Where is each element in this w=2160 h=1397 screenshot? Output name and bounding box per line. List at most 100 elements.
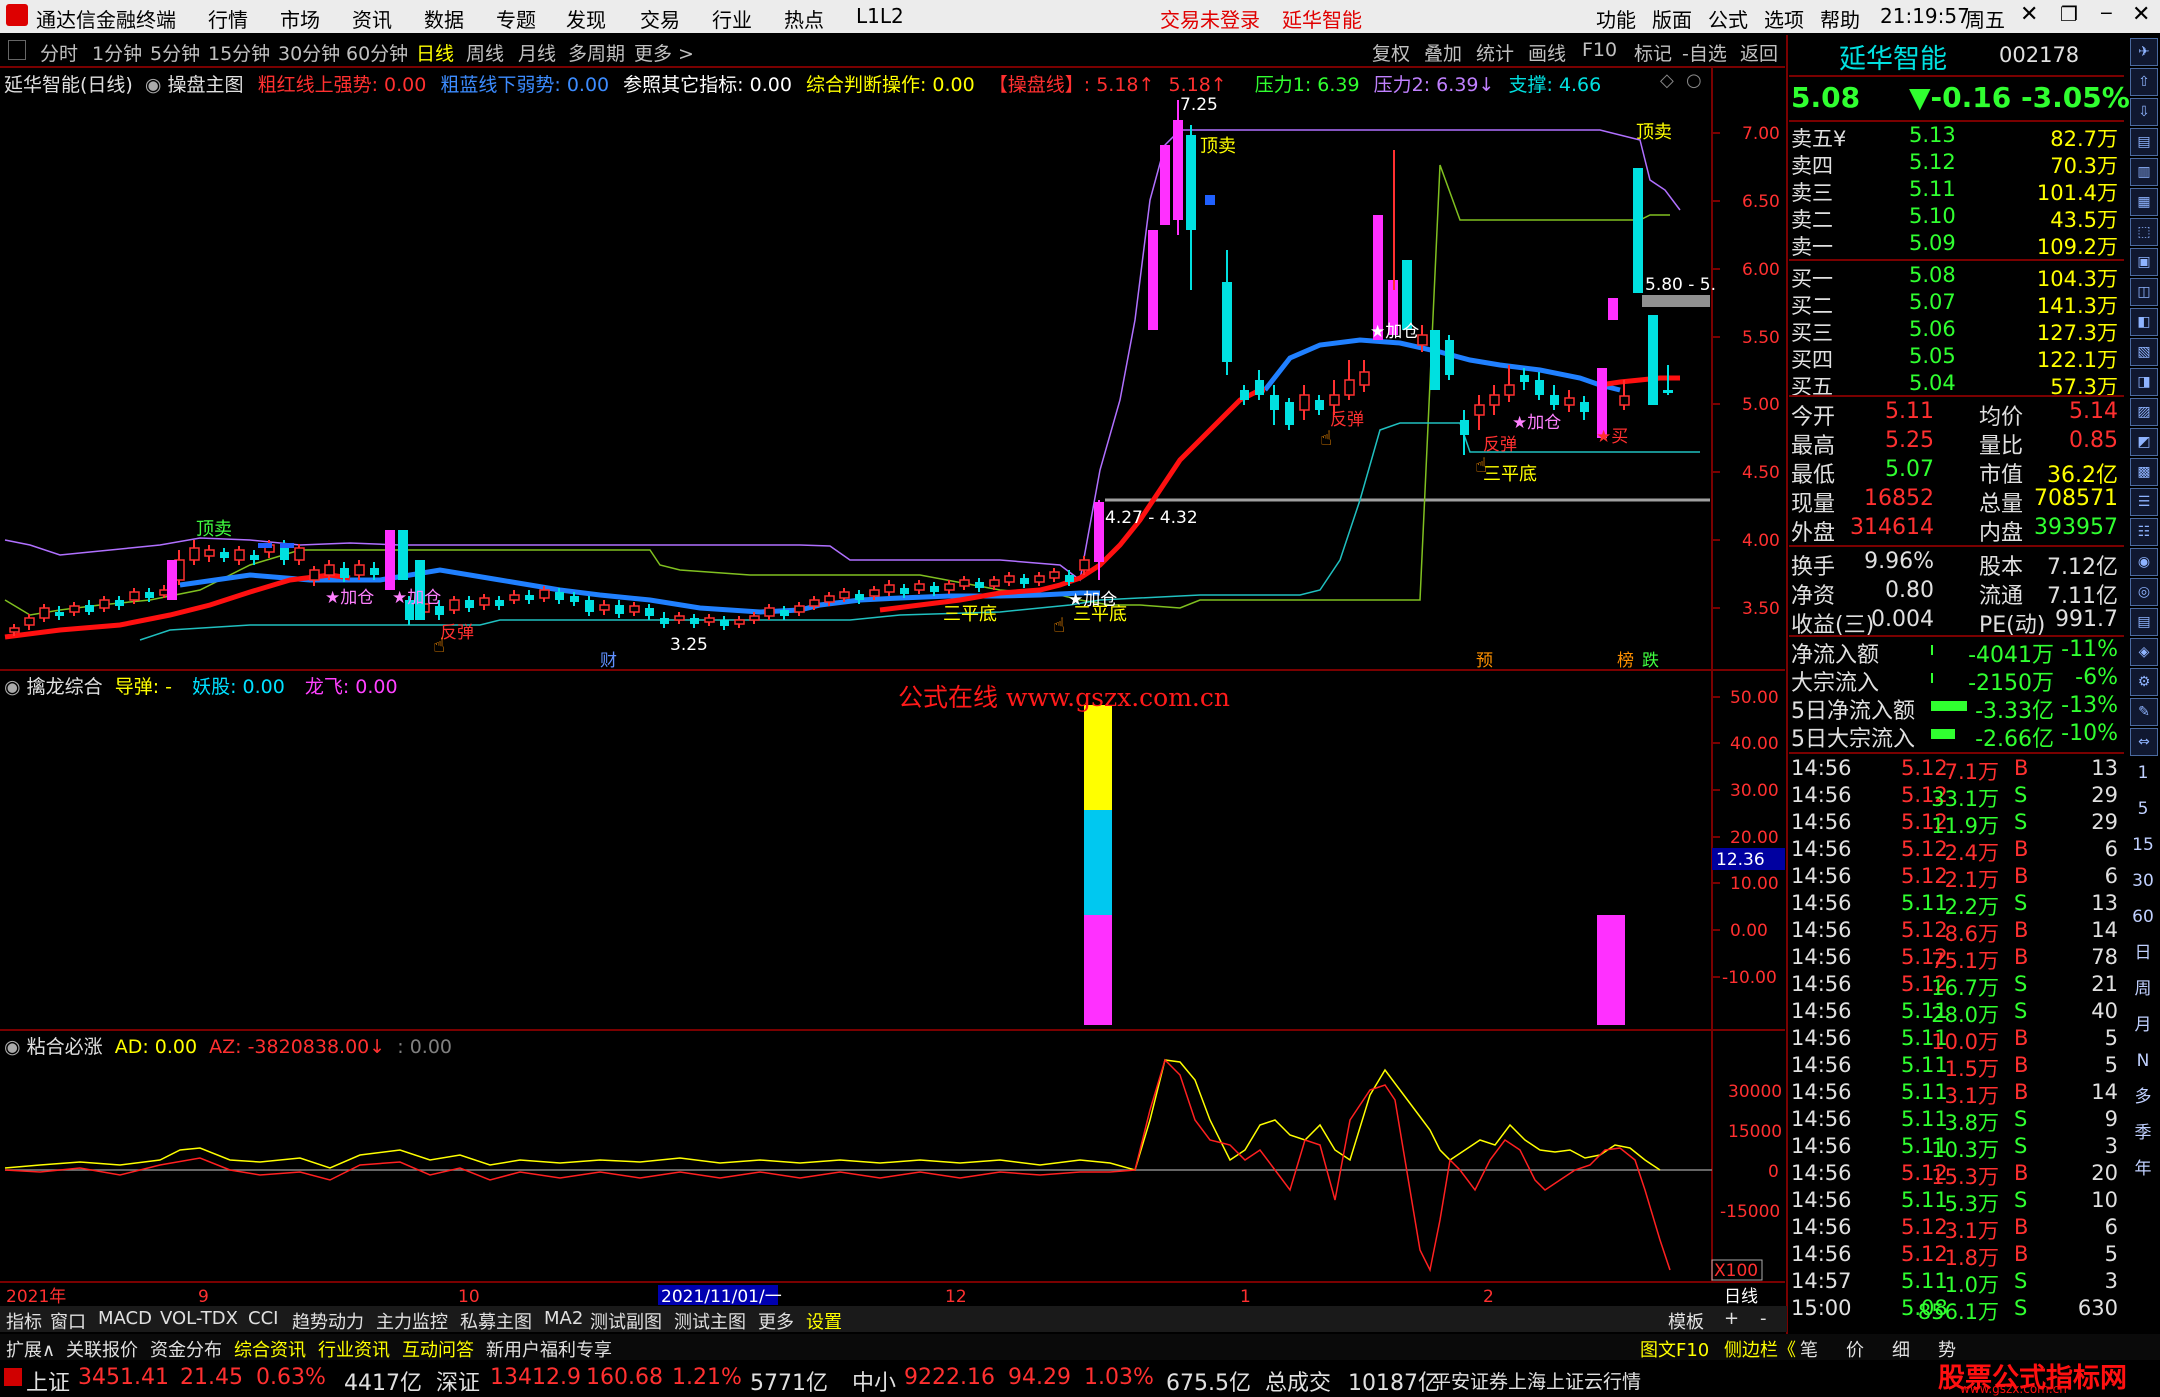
deal-volume: 7.1万 [1944, 760, 1999, 784]
tab-test-sub[interactable]: 测试副图 [590, 1308, 662, 1334]
tab-test-main[interactable]: 测试主图 [674, 1308, 746, 1334]
period-shortcut[interactable]: 15 [2130, 832, 2156, 858]
period-shortcut[interactable]: 周 [2130, 976, 2156, 1002]
side-tool-icon[interactable]: ◈ [2130, 638, 2158, 666]
side-tool-icon[interactable]: ◨ [2130, 368, 2158, 396]
index-sz-name[interactable]: 深证 [436, 1365, 480, 1397]
detail-tab-detail[interactable]: 细 [1892, 1336, 1910, 1362]
stat-value: 393957 [2034, 515, 2118, 540]
side-tool-icon[interactable]: ▥ [2130, 158, 2158, 186]
deal-side: B [2014, 1242, 2029, 1266]
ask-price: 5.11 [1909, 177, 1956, 201]
side-tool-icon[interactable]: ▨ [2130, 398, 2158, 426]
indicator-toggle-icon[interactable]: ◉ [4, 1036, 21, 1058]
sub1-current-value: 12.36 [1716, 850, 1765, 870]
detail-tab-bi[interactable]: 笔 [1800, 1336, 1818, 1362]
x-tick-9: 9 [198, 1287, 209, 1307]
template-button[interactable]: 模板 [1668, 1308, 1704, 1334]
period-shortcut[interactable]: 多 [2130, 1084, 2156, 1110]
side-tool-icon[interactable]: ▦ [2130, 188, 2158, 216]
side-tool-icon[interactable]: ✎ [2130, 698, 2158, 726]
tab-cci[interactable]: CCI [248, 1308, 278, 1329]
tab-more[interactable]: 更多 [758, 1308, 794, 1334]
period-shortcut[interactable]: 日 [2130, 940, 2156, 966]
tab-news[interactable]: 综合资讯 [234, 1336, 306, 1362]
tab-industry-news[interactable]: 行业资讯 [318, 1336, 390, 1362]
tab-vol[interactable]: VOL-TDX [160, 1308, 238, 1329]
tab-related[interactable]: 关联报价 [66, 1336, 138, 1362]
sub2-scale: X100 [1714, 1261, 1758, 1281]
index-sh-name[interactable]: 上证 [26, 1365, 70, 1397]
deal-side: S [2014, 891, 2028, 915]
tab-private[interactable]: 私募主图 [460, 1308, 532, 1334]
tab-trend[interactable]: 趋势动力 [292, 1308, 364, 1334]
side-tool-icon[interactable]: ⇩ [2130, 98, 2158, 126]
period-shortcut[interactable]: 季 [2130, 1120, 2156, 1146]
side-tool-icon[interactable]: ☰ [2130, 488, 2158, 516]
deal-volume: 28.0万 [1931, 1003, 1999, 1027]
flow-bar [1931, 701, 1967, 711]
side-tool-icon[interactable]: ▤ [2130, 608, 2158, 636]
signal-add-4: ★加仓 [1370, 322, 1419, 342]
candle-body [914, 583, 925, 591]
side-tool-icon[interactable]: ✈ [2130, 38, 2158, 66]
deal-volume: 5.3万 [1944, 1192, 1999, 1216]
period-shortcut[interactable]: 5 [2130, 796, 2156, 822]
stat-value: 5.25 [1885, 428, 1934, 453]
tab-newuser[interactable]: 新用户福利专享 [486, 1336, 612, 1362]
sub1-title[interactable]: 擒龙综合 [27, 676, 103, 698]
side-tool-icon[interactable]: ⬚ [2130, 218, 2158, 246]
period-shortcut[interactable]: 30 [2130, 868, 2156, 894]
sub2-title[interactable]: 粘合必涨 [27, 1036, 103, 1058]
tab-window[interactable]: 窗口 [50, 1308, 86, 1334]
side-tool-icon[interactable]: ▣ [2130, 248, 2158, 276]
sub2-legend-other: : 0.00 [397, 1036, 452, 1058]
deal-count: 29 [2091, 810, 2118, 834]
deal-count: 20 [2091, 1161, 2118, 1185]
side-tool-icon[interactable]: ◫ [2130, 278, 2158, 306]
indicator-toggle-icon[interactable]: ◉ [4, 676, 21, 698]
period-shortcut[interactable]: 月 [2130, 1012, 2156, 1038]
detail-tab-price[interactable]: 价 [1846, 1336, 1864, 1362]
side-tool-icon[interactable]: ◩ [2130, 428, 2158, 456]
side-tool-icon[interactable]: ⇧ [2130, 68, 2158, 96]
tab-capital[interactable]: 资金分布 [150, 1336, 222, 1362]
ask-volume: 109.2万 [2036, 235, 2118, 259]
period-shortcut[interactable]: N [2130, 1048, 2156, 1074]
tab-main-monitor[interactable]: 主力监控 [376, 1308, 448, 1334]
deal-time: 14:56 [1791, 945, 1852, 969]
zoom-out-button[interactable]: - [1760, 1308, 1767, 1329]
candle-body [354, 564, 365, 576]
period-shortcut[interactable]: 60 [2130, 904, 2156, 930]
period-shortcut[interactable]: 1 [2130, 760, 2156, 786]
period-shortcut[interactable]: 年 [2130, 1156, 2156, 1182]
index-zx-name[interactable]: 中小 [852, 1365, 896, 1397]
tab-settings[interactable]: 设置 [806, 1308, 842, 1334]
bid-volume: 122.1万 [2036, 348, 2118, 372]
tab-indicator[interactable]: 指标 [6, 1308, 42, 1334]
side-tool-icon[interactable]: ▧ [2130, 338, 2158, 366]
side-tool-icon[interactable]: ⚙ [2130, 668, 2158, 696]
side-tool-icon[interactable]: ◉ [2130, 548, 2158, 576]
side-tool-icon[interactable]: ⇔ [2130, 728, 2158, 756]
bid-price: 5.04 [1909, 371, 1956, 395]
bid-price: 5.06 [1909, 317, 1956, 341]
deal-time: 14:56 [1791, 783, 1852, 807]
f10-button[interactable]: 图文F10 [1640, 1336, 1709, 1362]
candle-body [690, 618, 699, 624]
x-tick-1: 1 [1240, 1287, 1251, 1307]
tab-expand[interactable]: 扩展∧ [6, 1336, 55, 1362]
candle-body [1520, 375, 1529, 382]
tab-ma2[interactable]: MA2 [544, 1308, 583, 1329]
side-tool-icon[interactable]: ◧ [2130, 308, 2158, 336]
tab-qa[interactable]: 互动问答 [402, 1336, 474, 1362]
sidebar-button[interactable]: 侧边栏《 [1724, 1336, 1796, 1362]
fund-label: 净资 [1791, 584, 1836, 609]
side-tool-icon[interactable]: ▤ [2130, 128, 2158, 156]
side-tool-icon[interactable]: ◎ [2130, 578, 2158, 606]
zoom-in-button[interactable]: + [1724, 1308, 1739, 1329]
tab-macd[interactable]: MACD [98, 1308, 152, 1329]
side-tool-icon[interactable]: ▩ [2130, 458, 2158, 486]
candle-body [115, 600, 124, 606]
side-tool-icon[interactable]: ☷ [2130, 518, 2158, 546]
